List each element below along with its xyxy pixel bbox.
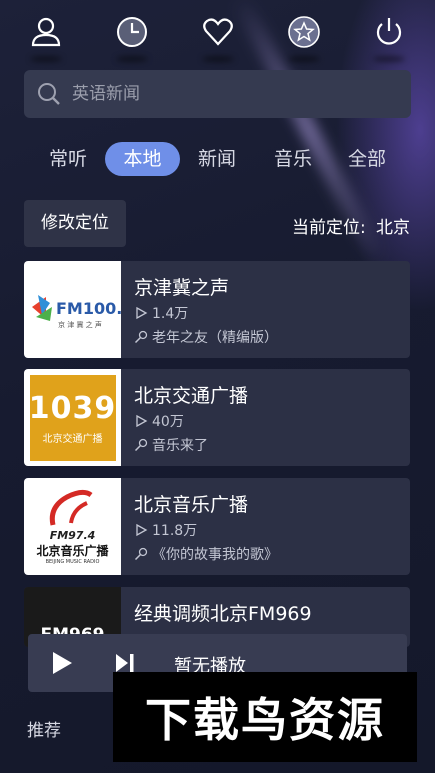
station-title: 京津冀之声 xyxy=(134,277,230,299)
heart-icon[interactable] xyxy=(198,12,238,62)
top-icon-bar xyxy=(0,8,435,62)
station-program: 音乐来了 xyxy=(134,435,208,455)
station-card[interactable]: FM100.6 京 津 冀 之 声 京津冀之声 1.4万 老年之友（精编版） xyxy=(24,261,410,358)
station-listeners: 1.4万 xyxy=(134,303,188,323)
listener-count: 11.8万 xyxy=(152,523,198,539)
station-logo: FM100.6 京 津 冀 之 声 xyxy=(24,261,121,358)
watermark-text: 下载鸟资源 xyxy=(145,693,385,747)
microphone-icon xyxy=(134,330,148,344)
station-title: 经典调频北京FM969 xyxy=(134,603,312,625)
nav-recommend[interactable]: 推荐 xyxy=(27,716,61,741)
station-listeners: 40万 xyxy=(134,411,184,431)
current-location-label: 当前定位: xyxy=(292,218,366,238)
play-count-icon xyxy=(136,306,148,320)
station-program: 《你的故事我的歌》 xyxy=(134,544,278,564)
station-program: 老年之友（精编版） xyxy=(134,327,278,347)
station-card[interactable]: FM97.4 北京音乐广播 BEIJING MUSIC RADIO 北京音乐广播… xyxy=(24,478,410,575)
edit-location-button[interactable]: 修改定位 xyxy=(24,200,126,247)
program-name: 音乐来了 xyxy=(152,438,208,454)
watermark: 下载鸟资源 xyxy=(113,672,417,762)
listener-count: 1.4万 xyxy=(152,306,189,322)
station-logo-text: FM97.4 xyxy=(49,528,96,542)
tab-frequent[interactable]: 常听 xyxy=(40,142,96,176)
tab-all[interactable]: 全部 xyxy=(339,142,395,176)
tab-local[interactable]: 本地 xyxy=(105,142,180,176)
category-tabs: 常听 本地 新闻 音乐 全部 xyxy=(0,140,435,180)
clock-icon[interactable] xyxy=(112,12,152,62)
program-name: 《你的故事我的歌》 xyxy=(152,547,278,563)
program-name: 老年之友（精编版） xyxy=(152,330,278,346)
station-listeners: 11.8万 xyxy=(134,520,197,540)
tab-news[interactable]: 新闻 xyxy=(189,142,245,176)
search-icon xyxy=(38,83,60,105)
current-location-value: 北京 xyxy=(376,218,410,238)
station-card[interactable]: 1039 北京交通广播 北京交通广播 40万 音乐来了 xyxy=(24,369,410,466)
station-logo-text: 1039 xyxy=(28,390,117,426)
station-logo-subtext: 京 津 冀 之 声 xyxy=(58,320,102,329)
microphone-icon xyxy=(134,438,148,452)
play-icon[interactable] xyxy=(50,651,74,675)
station-logo-subtext: 北京音乐广播 xyxy=(36,543,109,558)
star-icon[interactable] xyxy=(284,12,324,62)
microphone-icon xyxy=(134,547,148,561)
listener-count: 40万 xyxy=(152,414,184,430)
station-logo-english: BEIJING MUSIC RADIO xyxy=(45,558,100,565)
next-track-icon[interactable] xyxy=(114,652,136,674)
tab-music[interactable]: 音乐 xyxy=(265,142,321,176)
music-swoosh-icon xyxy=(49,489,92,526)
station-logo-text: FM100.6 xyxy=(56,299,121,318)
station-logo: FM97.4 北京音乐广播 BEIJING MUSIC RADIO xyxy=(24,478,121,575)
search-bar[interactable] xyxy=(24,70,411,118)
station-logo-subtext: 北京交通广播 xyxy=(42,433,103,445)
station-title: 北京音乐广播 xyxy=(134,494,249,516)
play-count-icon xyxy=(136,414,148,428)
play-count-icon xyxy=(136,523,148,537)
power-icon[interactable] xyxy=(369,12,409,62)
user-icon[interactable] xyxy=(26,12,66,62)
station-title: 北京交通广播 xyxy=(134,385,249,407)
station-logo: 1039 北京交通广播 xyxy=(24,369,121,466)
search-input[interactable] xyxy=(72,84,372,104)
